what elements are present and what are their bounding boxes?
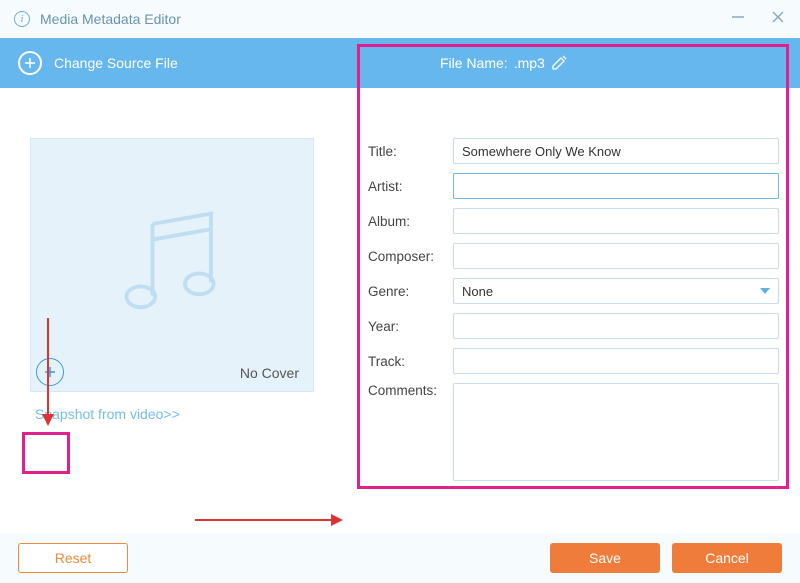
- reset-button[interactable]: Reset: [18, 543, 128, 573]
- year-input[interactable]: [453, 313, 779, 339]
- composer-input[interactable]: [453, 243, 779, 269]
- track-label: Track:: [368, 354, 453, 369]
- cancel-button[interactable]: Cancel: [672, 543, 782, 573]
- year-label: Year:: [368, 319, 453, 334]
- file-name-label: File Name:: [440, 55, 508, 71]
- chevron-down-icon: [760, 288, 770, 294]
- file-name-edit[interactable]: File Name: .mp3: [440, 38, 567, 88]
- file-name-value: .mp3: [514, 55, 545, 71]
- add-cover-button[interactable]: [36, 358, 64, 386]
- annotation-arrow-icon: [195, 510, 345, 535]
- composer-label: Composer:: [368, 249, 453, 264]
- title-label: Title:: [368, 144, 453, 159]
- artist-label: Artist:: [368, 179, 453, 194]
- pencil-icon[interactable]: [551, 55, 567, 71]
- comments-input[interactable]: [453, 383, 779, 481]
- minimize-button[interactable]: [730, 9, 746, 30]
- artist-input[interactable]: [453, 173, 779, 199]
- add-source-icon[interactable]: [18, 51, 42, 75]
- snapshot-from-video-link[interactable]: Snapshot from video>>: [35, 406, 180, 422]
- title-bar: i Media Metadata Editor: [0, 0, 800, 38]
- save-button[interactable]: Save: [550, 543, 660, 573]
- genre-value: None: [462, 284, 493, 299]
- genre-label: Genre:: [368, 284, 453, 299]
- album-label: Album:: [368, 214, 453, 229]
- annotation-highlight-box: [22, 432, 70, 474]
- no-cover-label: No Cover: [240, 365, 299, 381]
- album-input[interactable]: [453, 208, 779, 234]
- genre-select[interactable]: None: [453, 278, 779, 304]
- info-icon: i: [14, 11, 30, 27]
- footer: Reset Save Cancel: [0, 533, 800, 583]
- cover-preview: No Cover: [30, 138, 314, 392]
- toolbar: Change Source File File Name: .mp3: [0, 38, 800, 88]
- comments-label: Comments:: [368, 383, 453, 398]
- metadata-form: Title: Artist: Album: Composer: Genre: N…: [368, 138, 779, 490]
- track-input[interactable]: [453, 348, 779, 374]
- music-note-icon: [107, 198, 237, 333]
- title-input[interactable]: [453, 138, 779, 164]
- close-button[interactable]: [770, 9, 786, 30]
- change-source-button[interactable]: Change Source File: [54, 55, 178, 71]
- window-title: Media Metadata Editor: [40, 11, 181, 27]
